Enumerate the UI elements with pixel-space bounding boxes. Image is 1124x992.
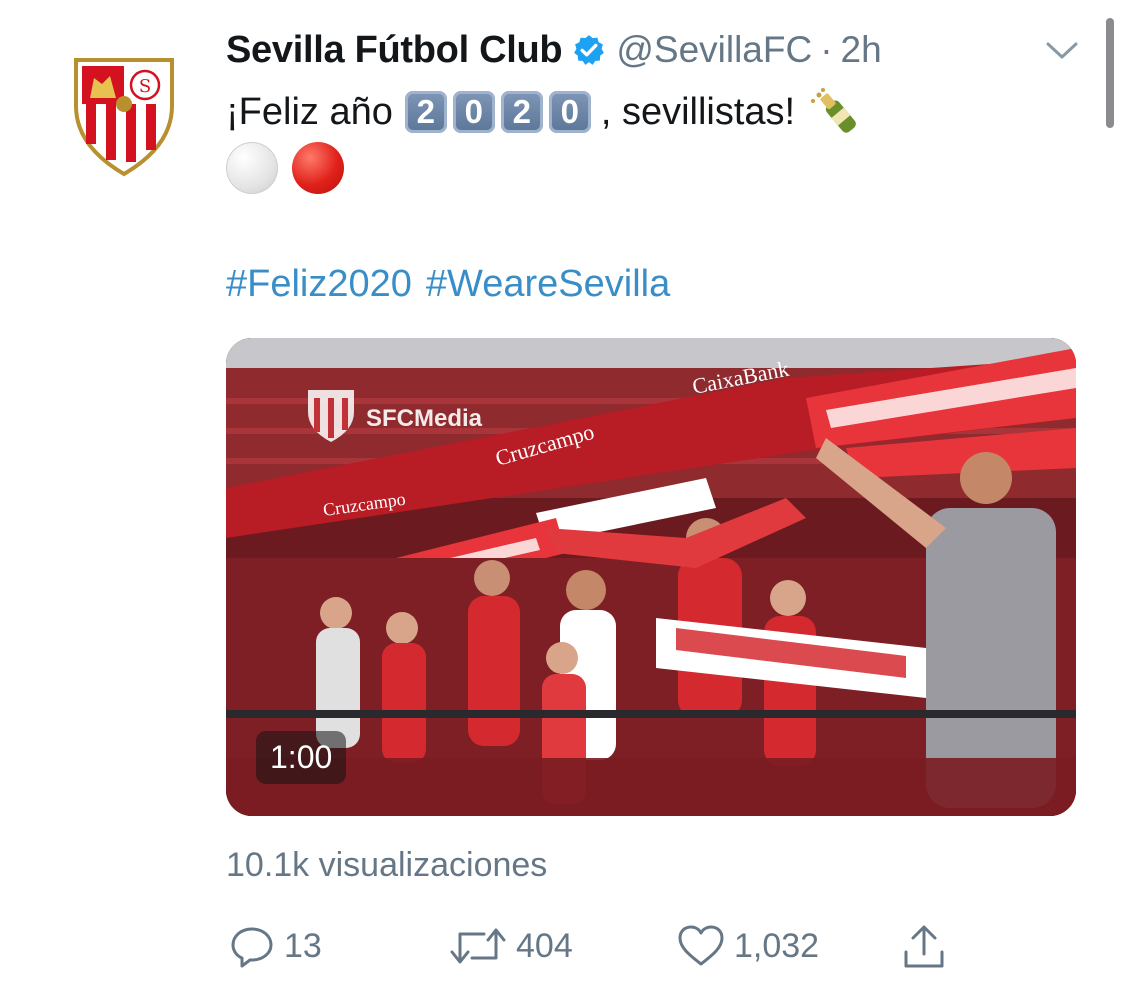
hashtags: #Feliz2020 #WeareSevilla — [226, 256, 684, 312]
retweet-icon — [450, 928, 506, 964]
heart-icon — [678, 925, 724, 966]
overlay-logo-text: SFCMedia — [366, 405, 483, 432]
like-count: 1,032 — [734, 926, 820, 965]
reply-button[interactable]: 13 — [228, 922, 322, 970]
video-duration: 1:00 — [256, 731, 347, 784]
retweet-button[interactable]: 404 — [448, 922, 573, 970]
year-keycaps: 2 0 2 0 — [404, 91, 597, 133]
keycap-digit: 2 — [500, 91, 543, 133]
reply-count: 13 — [284, 926, 322, 965]
author-handle[interactable]: @SevillaFC — [616, 29, 812, 71]
view-count: 10.1k visualizaciones — [226, 845, 548, 884]
author-name[interactable]: Sevilla Fútbol Club — [226, 29, 563, 72]
like-button[interactable]: 1,032 — [676, 922, 819, 970]
tweet-header: Sevilla Fútbol Club @SevillaFC · 2h — [226, 22, 882, 78]
white-circle-icon — [226, 142, 278, 194]
reply-icon — [231, 927, 273, 968]
share-icon — [904, 925, 944, 968]
tweet-text-line-2 — [226, 140, 358, 196]
video-player[interactable]: CaixaBank Cruzcampo Cruzcampo SFCMedia 1… — [226, 338, 1076, 816]
retweet-count: 404 — [516, 926, 573, 965]
keycap-digit: 0 — [452, 91, 495, 133]
video-thumbnail: CaixaBank Cruzcampo Cruzcampo SFCMedia — [226, 338, 1076, 816]
keycap-digit: 2 — [404, 91, 447, 133]
tweet-text-line-1: ¡Feliz año 2 0 2 0 , sevillistas! — [226, 84, 865, 140]
keycap-digit: 0 — [548, 91, 591, 133]
tweet-time[interactable]: 2h — [841, 29, 882, 71]
hashtag-link[interactable]: #Feliz2020 — [226, 263, 412, 306]
champagne-icon — [811, 88, 856, 133]
tweet-actions: 13 404 1,032 — [0, 922, 1124, 978]
tweet-text-suffix: , sevillistas! — [600, 90, 796, 133]
chevron-down-icon[interactable] — [1042, 34, 1082, 66]
verified-badge-icon — [574, 35, 605, 65]
red-circle-icon — [292, 142, 344, 194]
separator-dot: · — [820, 29, 833, 70]
hashtag-link[interactable]: #WeareSevilla — [426, 263, 670, 306]
club-crest-icon: S — [74, 58, 174, 177]
avatar[interactable]: S — [72, 54, 176, 178]
scrollbar[interactable] — [1106, 18, 1114, 128]
svg-text:S: S — [139, 76, 151, 97]
tweet-text-prefix: ¡Feliz año — [226, 90, 393, 133]
share-button[interactable] — [900, 922, 956, 972]
